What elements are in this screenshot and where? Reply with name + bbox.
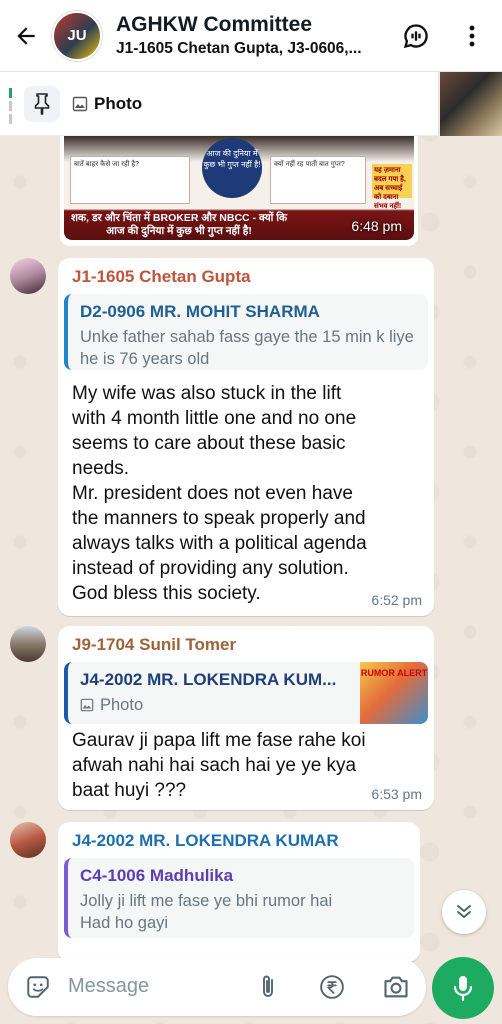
message-line: My wife was also stuck in the lift — [72, 383, 342, 404]
pinned-label-text: Photo — [94, 94, 143, 113]
back-button[interactable] — [0, 0, 52, 72]
sticker-icon — [27, 976, 49, 998]
message-line: afwah nahi hai sach hai ye ye kya — [72, 755, 357, 776]
quoted-sender: J4-2002 MR. LOKENDRA KUM... — [80, 670, 337, 689]
avatar[interactable] — [10, 822, 46, 858]
message-bubble[interactable]: J1-1605 Chetan Gupta D2-0906 MR. MOHIT S… — [58, 258, 434, 616]
quoted-text: Jolly ji lift me fase ye bhi rumor hai H… — [80, 890, 410, 934]
message-bubble[interactable]: J9-1704 Sunil Tomer J4-2002 MR. LOKENDRA… — [58, 626, 434, 810]
scroll-to-bottom-button[interactable] — [442, 890, 486, 934]
pin-icon — [34, 93, 50, 115]
image-left-box: बातें बाहर कैसे जा रही है? — [70, 156, 190, 204]
voice-message-button[interactable] — [432, 957, 494, 1019]
payment-button[interactable] — [318, 973, 346, 1001]
message-line: Gaurav ji papa lift me fase rahe koi — [72, 730, 366, 751]
image-yellow-box: यह ज़माना बदल गया है, अब सच्चाई को दबाना… — [372, 164, 412, 210]
quoted-sender: C4-1006 Madhulika — [80, 866, 234, 885]
message-input[interactable]: Message — [68, 975, 149, 998]
attach-button[interactable] — [254, 973, 282, 1001]
quoted-photo-label: Photo — [80, 694, 143, 716]
image-message[interactable]: बातें बाहर कैसे जा रही है? आज की दुनिया … — [60, 136, 418, 246]
camera-button[interactable] — [382, 973, 410, 1001]
photo-icon — [80, 698, 94, 712]
message-bubble[interactable]: J4-2002 MR. LOKENDRA KUMAR C4-1006 Madhu… — [58, 822, 420, 962]
microphone-icon — [453, 976, 473, 1002]
pinned-label: Photo — [72, 94, 142, 114]
more-options-button[interactable] — [456, 20, 488, 52]
group-members: J1-1605 Chetan Gupta, J3-0606,... — [116, 40, 362, 57]
quoted-message[interactable]: C4-1006 Madhulika Jolly ji lift me fase … — [64, 858, 414, 938]
image-caption: शक, डर और चिंता में BROKER और NBCC - क्य… — [70, 212, 288, 237]
sender-name[interactable]: J9-1704 Sunil Tomer — [72, 635, 236, 655]
pin-button[interactable] — [24, 86, 60, 122]
message-time: 6:52 pm — [371, 592, 422, 608]
shared-image[interactable]: बातें बाहर कैसे जा रही है? आज की दुनिया … — [64, 136, 414, 240]
image-circle: आज की दुनिया में कुछ भी गुप्त नहीं है! — [202, 138, 262, 198]
photo-icon — [72, 96, 88, 112]
quoted-line: Jolly ji lift me fase ye bhi rumor hai — [80, 892, 333, 910]
sticker-button[interactable] — [24, 973, 52, 1001]
image-time: 6:48 pm — [351, 218, 402, 234]
message-line: with 4 month little one and no one — [72, 408, 357, 429]
image-right-box: क्यों नहीं रह पाती बात गुप्त? — [270, 156, 366, 204]
message-line: instead of providing any solution. — [72, 558, 349, 579]
message-line: seems to care about these basic — [72, 433, 346, 454]
message-composer: Message — [8, 958, 426, 1016]
group-info[interactable]: AGHKW Committee J1-1605 Chetan Gupta, J3… — [116, 13, 372, 58]
voice-chat-button[interactable] — [400, 20, 432, 52]
pinned-message-bar[interactable]: Photo — [0, 72, 438, 136]
message-line: always talks with a political agenda — [72, 533, 367, 554]
group-avatar-text: JU — [67, 27, 87, 44]
quoted-message[interactable]: J4-2002 MR. LOKENDRA KUM... Photo RUMOR … — [64, 662, 428, 724]
quoted-text: Unke father sahab fass gaye the 15 min k… — [80, 328, 414, 368]
message-text[interactable]: My wife was also stuck in the lift with … — [72, 381, 428, 606]
more-vertical-icon — [469, 25, 475, 47]
message-time: 6:53 pm — [371, 786, 422, 802]
chat-header: JU AGHKW Committee J1-1605 Chetan Gupta,… — [0, 0, 502, 72]
sender-name[interactable]: J4-2002 MR. LOKENDRA KUMAR — [72, 831, 339, 851]
avatar[interactable] — [10, 626, 46, 662]
quoted-message[interactable]: D2-0906 MR. MOHIT SHARMA Unke father sah… — [64, 294, 428, 370]
message-line: Mr. president does not even have — [72, 483, 353, 504]
message-line: needs. — [72, 458, 130, 479]
quoted-sender: D2-0906 MR. MOHIT SHARMA — [80, 302, 320, 321]
pinned-thumbnail[interactable] — [440, 72, 502, 136]
avatar[interactable] — [10, 258, 46, 294]
message-line: the manners to speak properly and — [72, 508, 366, 529]
pin-indicator — [9, 88, 12, 124]
arrow-left-icon — [17, 26, 35, 45]
paperclip-icon — [263, 975, 273, 997]
quoted-thumbnail: RUMOR ALERT — [360, 662, 428, 724]
group-title: AGHKW Committee — [116, 13, 313, 36]
double-chevron-down-icon — [457, 905, 471, 918]
quoted-text: Photo — [100, 696, 144, 714]
sender-name[interactable]: J1-1605 Chetan Gupta — [72, 267, 251, 287]
audio-wave-icon — [403, 24, 428, 49]
quoted-line: Had ho gayi — [80, 914, 169, 932]
camera-icon — [384, 976, 408, 998]
group-avatar[interactable]: JU — [52, 10, 102, 61]
rupee-icon — [320, 975, 344, 999]
